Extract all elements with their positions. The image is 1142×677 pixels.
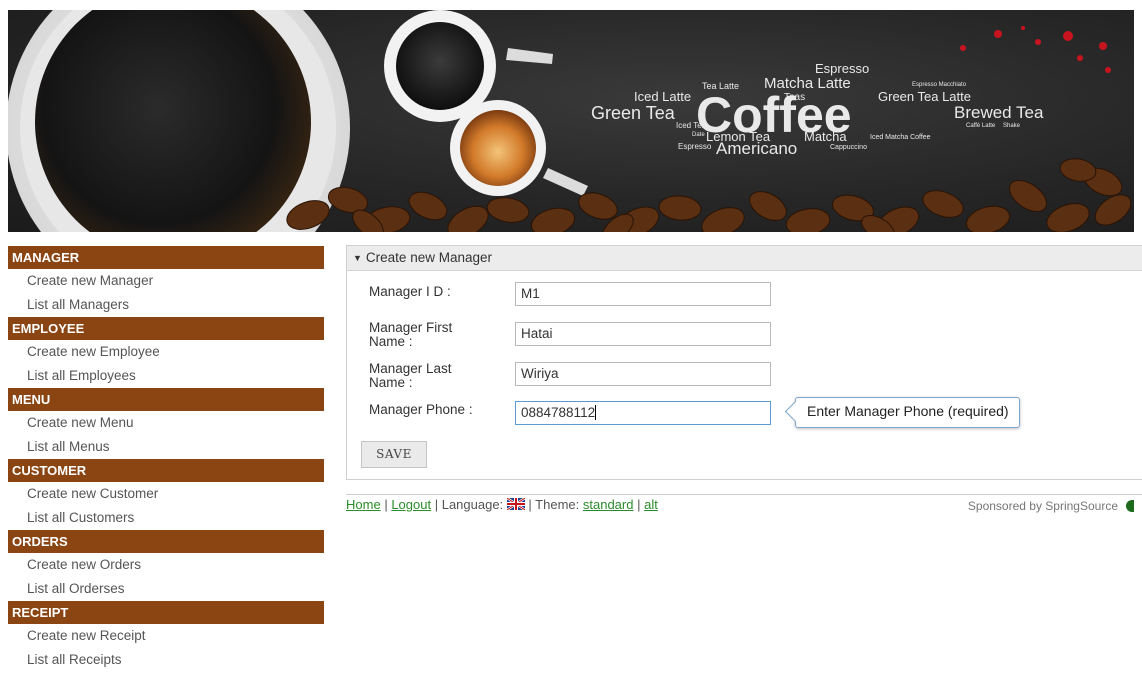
sidebar-section-orders: ORDERS Create new Orders List all Orders… xyxy=(8,530,324,601)
panel-header[interactable]: ▼ Create new Manager xyxy=(347,246,1142,271)
theme-label: | Theme: xyxy=(528,497,580,512)
sponsored-text: Sponsored by SpringSource xyxy=(967,499,1118,513)
language-label: | Language: xyxy=(434,497,504,512)
sidebar-section-title: MENU xyxy=(8,388,324,411)
tooltip-text: Enter Manager Phone (required) xyxy=(807,403,1009,419)
sidebar-section-title: RECEIPT xyxy=(8,601,324,624)
theme-alt-link[interactable]: alt xyxy=(644,497,658,512)
sidebar-section-title: EMPLOYEE xyxy=(8,317,324,340)
sidebar-section-customer: CUSTOMER Create new Customer List all Cu… xyxy=(8,459,324,530)
uk-flag-icon[interactable] xyxy=(506,498,525,510)
wordcloud-word: Shake xyxy=(1003,123,1021,129)
manager-phone-value: 0884788112 xyxy=(521,405,596,420)
sponsor-note: Sponsored by SpringSource xyxy=(968,499,1134,513)
sidebar-item-create-manager[interactable]: Create new Manager xyxy=(8,269,324,293)
phone-hint-tooltip: Enter Manager Phone (required) xyxy=(784,397,1020,428)
wordcloud-word: Iced Latte xyxy=(634,89,692,104)
wordcloud-word: Cappuccino xyxy=(830,144,867,151)
sidebar-item-list-menus[interactable]: List all Menus xyxy=(8,435,324,459)
wordcloud-word: Matcha xyxy=(804,129,847,144)
wordcloud-word: Espresso xyxy=(678,142,712,151)
footer: Home | Logout | Language: | Theme: stand… xyxy=(346,494,1142,515)
wordcloud-word: Iced Tea xyxy=(676,121,707,130)
manager-first-name-input[interactable]: Hatai xyxy=(515,322,771,346)
sidebar-item-create-orders[interactable]: Create new Orders xyxy=(8,553,324,577)
manager-id-label: Manager I D : xyxy=(369,284,451,299)
footer-separator: | xyxy=(637,497,641,512)
sidebar-item-create-employee[interactable]: Create new Employee xyxy=(8,340,324,364)
wordcloud-word: Iced Matcha Coffee xyxy=(870,134,931,141)
sidebar-section-title: CUSTOMER xyxy=(8,459,324,482)
manager-id-input[interactable]: M1 xyxy=(515,282,771,306)
sidebar-section-employee: EMPLOYEE Create new Employee List all Em… xyxy=(8,317,324,388)
wordcloud-word: Green Tea xyxy=(591,103,675,123)
sidebar-section-receipt: RECEIPT Create new Receipt List all Rece… xyxy=(8,601,324,672)
wordcloud-word: Americano xyxy=(716,139,798,158)
sidebar-section-manager: MANAGER Create new Manager List all Mana… xyxy=(8,246,324,317)
wordcloud-word: Espresso Macchiato xyxy=(912,82,967,88)
panel-title: Create new Manager xyxy=(365,250,492,265)
home-link[interactable]: Home xyxy=(346,497,381,512)
sidebar-item-list-orderses[interactable]: List all Orderses xyxy=(8,577,324,601)
manager-last-name-input[interactable]: Wiriya xyxy=(515,362,771,386)
sidebar-section-menu: MENU Create new Menu List all Menus xyxy=(8,388,324,459)
wordcloud-word: Green Tea Latte xyxy=(878,89,971,104)
theme-standard-link[interactable]: standard xyxy=(583,497,634,512)
sidebar-item-create-receipt[interactable]: Create new Receipt xyxy=(8,624,324,648)
manager-phone-input[interactable]: 0884788112 xyxy=(515,401,771,425)
wordcloud-word: Caffè Latte xyxy=(966,123,996,129)
text-caret xyxy=(595,405,597,420)
springsource-logo-icon xyxy=(1126,500,1134,512)
create-manager-panel: ▼ Create new Manager Manager I D : M1 Man… xyxy=(346,245,1142,480)
wordcloud-word: Espresso xyxy=(815,61,870,76)
manager-phone-label: Manager Phone : xyxy=(369,402,473,417)
sidebar-item-create-menu[interactable]: Create new Menu xyxy=(8,411,324,435)
manager-first-name-label: Manager First Name : xyxy=(369,320,453,349)
wordcloud-word: Brewed Tea xyxy=(954,103,1044,122)
header-banner: Espresso Tea Latte Matcha Latte Espresso… xyxy=(8,10,1134,232)
sidebar-section-title: MANAGER xyxy=(8,246,324,269)
sidebar-item-list-customers[interactable]: List all Customers xyxy=(8,506,324,530)
sidebar-section-title: ORDERS xyxy=(8,530,324,553)
manager-last-name-label: Manager Last Name : xyxy=(369,361,452,390)
sidebar-menu: MANAGER Create new Manager List all Mana… xyxy=(8,246,324,672)
collapse-triangle-icon: ▼ xyxy=(353,253,362,263)
wordcloud-word: Date xyxy=(692,132,705,138)
footer-links: Home | Logout | Language: | Theme: stand… xyxy=(346,497,658,512)
sidebar-item-list-managers[interactable]: List all Managers xyxy=(8,293,324,317)
logout-link[interactable]: Logout xyxy=(391,497,431,512)
tooltip-pointer xyxy=(784,400,807,423)
sidebar-item-list-employees[interactable]: List all Employees xyxy=(8,364,324,388)
save-button[interactable]: SAVE xyxy=(361,441,427,468)
sidebar-item-create-customer[interactable]: Create new Customer xyxy=(8,482,324,506)
footer-separator: | xyxy=(384,497,388,512)
sidebar-item-list-receipts[interactable]: List all Receipts xyxy=(8,648,324,672)
